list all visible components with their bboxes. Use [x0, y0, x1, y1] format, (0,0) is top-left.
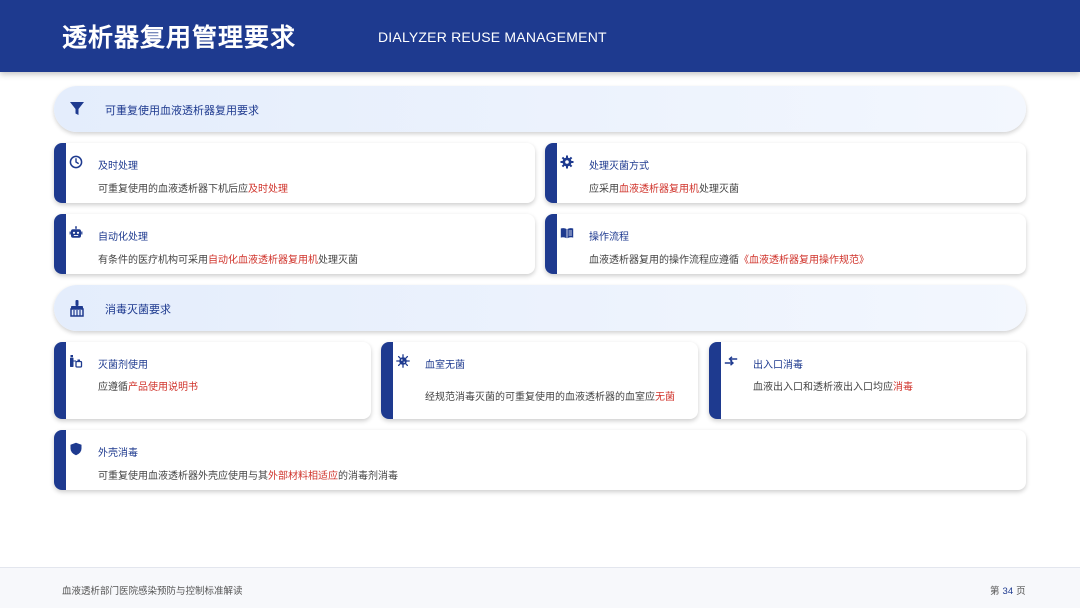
footer-source: 血液透析部门医院感染预防与控制标准解读 [62, 586, 243, 597]
section-label: 可重复使用血液透析器复用要求 [105, 104, 259, 117]
card-title: 外壳消毒 [98, 448, 138, 459]
card-timely-processing: 及时处理 可重复使用的血液透析器下机后应及时处理 [54, 143, 535, 203]
section-header-reuse: 可重复使用血液透析器复用要求 [54, 86, 1026, 132]
brush-icon [70, 300, 84, 317]
footer-bar: 血液透析部门医院感染预防与控制标准解读 第 34 页 [0, 567, 1080, 608]
card-operation-procedure: 操作流程 血液透析器复用的操作流程应遵循《血液透析器复用操作规范》 [545, 214, 1026, 274]
card-text: 血液透析器复用的操作流程应遵循《血液透析器复用操作规范》 [589, 255, 869, 266]
shield-icon [70, 442, 82, 456]
card-shell-disinfection: 外壳消毒 可重复使用血液透析器外壳应使用与其外部材料相适应的消毒剂消毒 [54, 430, 1026, 490]
card-title: 及时处理 [98, 161, 138, 172]
virus-icon [396, 354, 410, 368]
card-text: 血液出入口和透析液出入口均应消毒 [753, 382, 913, 393]
card-text: 经规范消毒灭菌的可重复使用的血液透析器的血室应无菌 [425, 392, 675, 403]
exchange-arrows-icon [724, 356, 738, 366]
card-blood-chamber-sterile: 血室无菌 经规范消毒灭菌的可重复使用的血液透析器的血室应无菌 [381, 342, 698, 419]
card-title: 处理灭菌方式 [589, 161, 649, 172]
robot-icon [69, 226, 83, 238]
card-title: 操作流程 [589, 232, 629, 243]
card-port-disinfection: 出入口消毒 血液出入口和透析液出入口均应消毒 [709, 342, 1026, 419]
card-sterilant-use: 灭菌剂使用 应遵循产品使用说明书 [54, 342, 371, 419]
card-text: 可重复使用血液透析器外壳应使用与其外部材料相适应的消毒剂消毒 [98, 471, 398, 482]
card-title: 自动化处理 [98, 232, 148, 243]
clock-icon [69, 155, 83, 169]
gear-icon [560, 155, 574, 169]
section-label: 消毒灭菌要求 [105, 303, 171, 316]
section-header-disinfection: 消毒灭菌要求 [54, 285, 1026, 331]
card-text: 有条件的医疗机构可采用自动化血液透析器复用机处理灭菌 [98, 255, 358, 266]
page-number: 第 34 页 [990, 586, 1026, 597]
card-title: 血室无菌 [425, 360, 465, 371]
card-sterilization-method: 处理灭菌方式 应采用血液透析器复用机处理灭菌 [545, 143, 1026, 203]
card-automated-processing: 自动化处理 有条件的医疗机构可采用自动化血液透析器复用机处理灭菌 [54, 214, 535, 274]
card-text: 应采用血液透析器复用机处理灭菌 [589, 184, 739, 195]
book-icon [560, 228, 574, 239]
card-text: 应遵循产品使用说明书 [98, 382, 198, 393]
bottles-icon [70, 355, 83, 368]
card-title: 出入口消毒 [753, 360, 803, 371]
page-title: 透析器复用管理要求 [62, 23, 297, 52]
page-subtitle: DIALYZER REUSE MANAGEMENT [378, 29, 607, 45]
header-bar: 透析器复用管理要求 DIALYZER REUSE MANAGEMENT [0, 0, 1080, 72]
filter-icon [70, 102, 84, 115]
card-text: 可重复使用的血液透析器下机后应及时处理 [98, 184, 288, 195]
card-title: 灭菌剂使用 [98, 360, 148, 371]
